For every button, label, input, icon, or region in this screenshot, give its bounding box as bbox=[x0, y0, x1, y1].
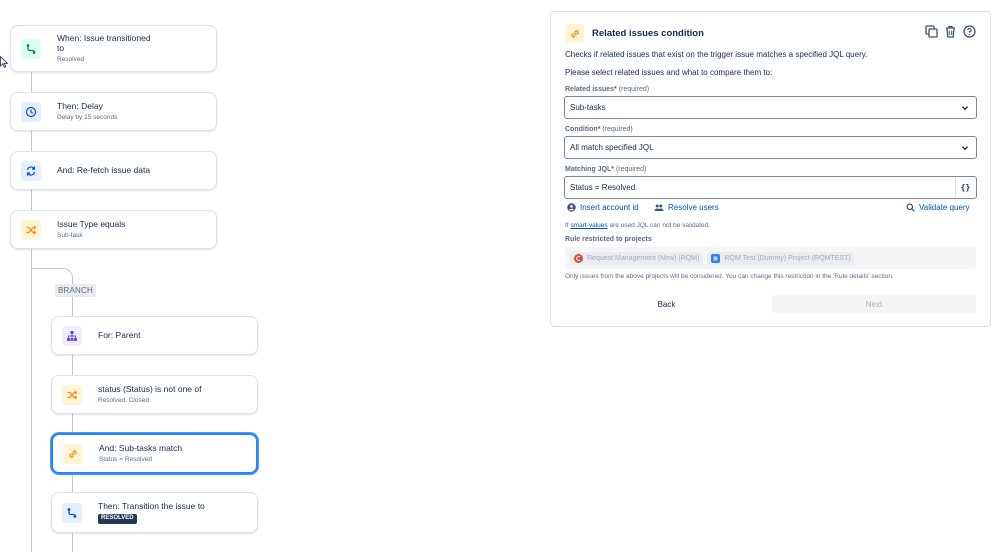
subtasks-match-title: And: Sub-tasks match bbox=[99, 443, 183, 454]
clock-icon bbox=[21, 101, 41, 122]
condition-select[interactable]: All match specified JQL bbox=[564, 136, 977, 159]
project-avatar-icon bbox=[574, 253, 583, 263]
next-button[interactable]: Next bbox=[772, 295, 976, 313]
status-check-detail: Resolved, Closed bbox=[98, 396, 149, 404]
trigger-title: When: Issue transitioned bbox=[57, 32, 151, 43]
panel-description: Checks if related issues that exist on t… bbox=[565, 50, 868, 59]
restricted-projects-list: Request Management (New) (RQM) RQM Test … bbox=[565, 247, 976, 269]
restriction-note: Only issues from the above projects will… bbox=[565, 273, 894, 280]
chevron-down-icon bbox=[962, 146, 968, 151]
search-icon bbox=[906, 203, 915, 212]
status-lozenge: RESOLVED bbox=[98, 514, 137, 524]
smart-values-note: If smart-values are used JQL can not be … bbox=[565, 222, 711, 229]
condition-value: All match specified JQL bbox=[570, 143, 654, 152]
restricted-projects-label: Rule restricted to projects bbox=[565, 236, 652, 243]
user-icon bbox=[567, 203, 576, 212]
status-check-title: status (Status) is not one of bbox=[98, 384, 202, 395]
question-icon[interactable] bbox=[962, 24, 976, 38]
matching-jql-value: Status = Resolved bbox=[570, 183, 636, 192]
copy-icon[interactable] bbox=[924, 24, 938, 38]
matching-jql-input[interactable]: Status = Resolved {} bbox=[564, 176, 977, 199]
branch-label: BRANCH bbox=[55, 284, 96, 297]
validate-query-link[interactable]: Validate query bbox=[906, 203, 970, 212]
link-icon bbox=[565, 24, 584, 43]
transition-icon bbox=[62, 502, 82, 523]
back-button[interactable]: Back bbox=[565, 295, 768, 313]
shuffle-icon bbox=[21, 219, 41, 240]
condition-panel: Related issues condition Checks if relat… bbox=[550, 11, 991, 327]
panel-title: Related issues condition bbox=[592, 28, 704, 39]
link-icon bbox=[63, 443, 83, 464]
delay-detail: Delay by 15 seconds bbox=[57, 113, 118, 121]
for-parent-card[interactable]: For: Parent bbox=[51, 316, 258, 355]
project-avatar-icon bbox=[711, 253, 721, 263]
status-check-card[interactable]: status (Status) is not one of Resolved, … bbox=[51, 375, 258, 414]
users-icon bbox=[654, 204, 664, 211]
trash-icon[interactable] bbox=[943, 24, 957, 38]
transition-icon bbox=[21, 38, 41, 59]
trigger-detail: Resolved bbox=[57, 56, 85, 64]
related-issues-label: Related issues* (required) bbox=[565, 86, 650, 93]
refetch-title: And: Re-fetch issue data bbox=[57, 165, 151, 176]
transition-title: Then: Transition the issue to bbox=[98, 501, 205, 512]
issue-type-title: Issue Type equals bbox=[57, 219, 126, 230]
trigger-card[interactable]: When: Issue transitioned to Resolved bbox=[10, 25, 217, 72]
transition-card[interactable]: Then: Transition the issue to RESOLVED bbox=[51, 492, 258, 533]
mouse-cursor-icon bbox=[0, 56, 8, 68]
hierarchy-icon bbox=[62, 325, 82, 346]
issue-type-card[interactable]: Issue Type equals Sub-task bbox=[10, 210, 217, 249]
for-parent-title: For: Parent bbox=[98, 330, 141, 341]
insert-account-id-link[interactable]: Insert account id bbox=[567, 203, 639, 212]
matching-jql-label: Matching JQL* (required) bbox=[565, 166, 647, 173]
project-chip: RQM Test (Dummy) Project (RQMTEST) bbox=[707, 251, 855, 265]
smart-value-button[interactable]: {} bbox=[955, 178, 975, 197]
panel-prompt: Please select related issues and what to… bbox=[565, 68, 773, 77]
subtasks-match-card[interactable]: And: Sub-tasks match Status = Resolved bbox=[51, 433, 258, 474]
project-chip: Request Management (New) (RQM) bbox=[570, 251, 704, 265]
refetch-card[interactable]: And: Re-fetch issue data bbox=[10, 151, 217, 190]
resolve-users-link[interactable]: Resolve users bbox=[654, 203, 719, 212]
refresh-icon bbox=[21, 160, 41, 181]
delay-title: Then: Delay bbox=[57, 101, 103, 112]
smart-values-link[interactable]: smart-values bbox=[570, 222, 607, 229]
chevron-down-icon bbox=[962, 106, 968, 111]
shuffle-icon bbox=[62, 384, 82, 405]
related-issues-value: Sub-tasks bbox=[570, 103, 606, 112]
related-issues-select[interactable]: Sub-tasks bbox=[564, 96, 977, 119]
delay-card[interactable]: Then: Delay Delay by 15 seconds bbox=[10, 92, 217, 131]
trigger-title-line2: to bbox=[57, 43, 65, 54]
subtasks-match-detail: Status = Resolved bbox=[99, 455, 152, 463]
issue-type-detail: Sub-task bbox=[57, 231, 83, 239]
condition-label: Condition* (required) bbox=[565, 126, 633, 133]
